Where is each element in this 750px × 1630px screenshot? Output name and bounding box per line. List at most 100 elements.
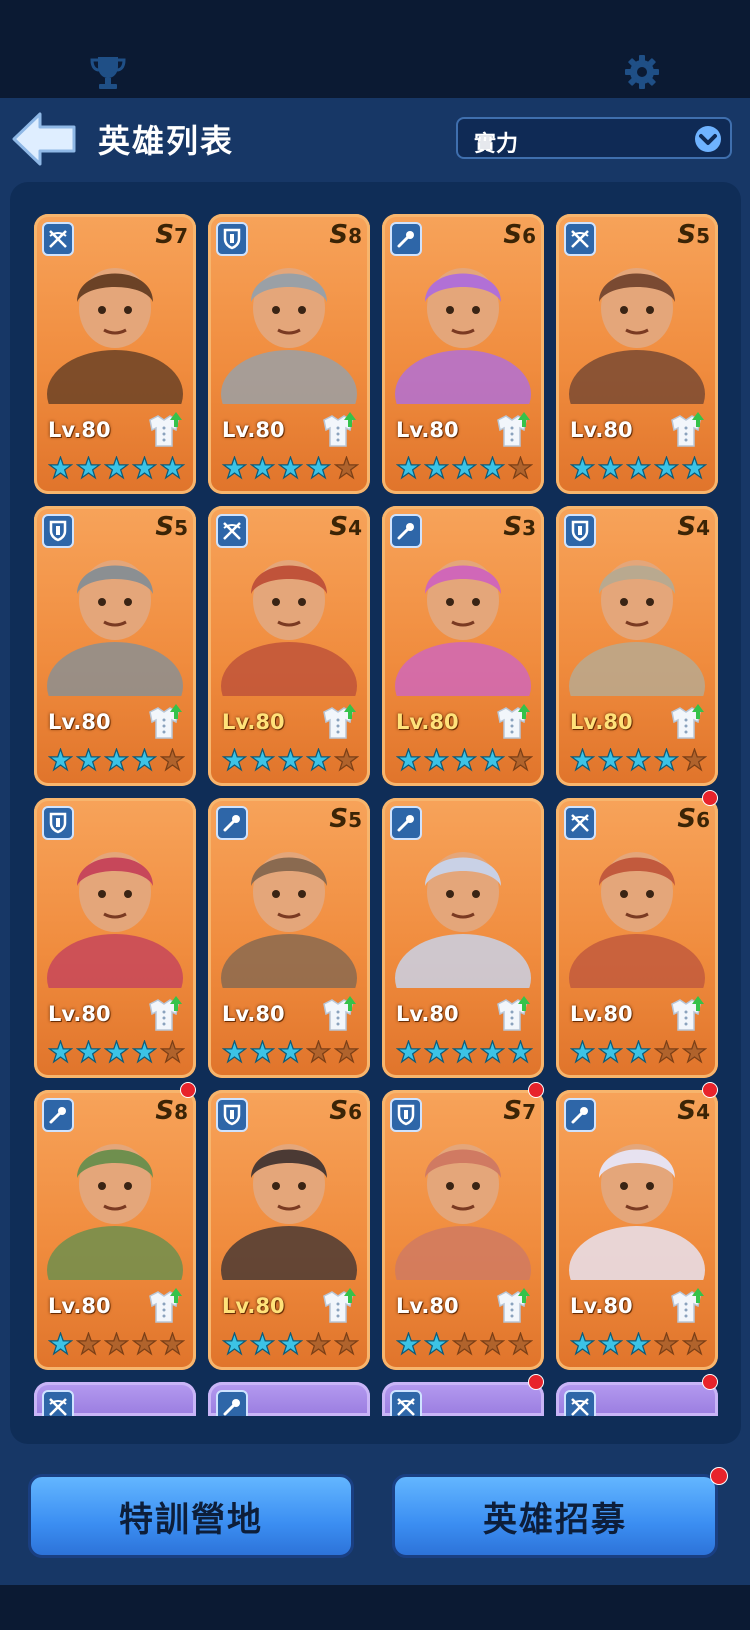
star-icon [160,456,185,481]
star-icon [160,748,185,773]
star-icon [396,1040,421,1065]
star-icon [306,1040,331,1065]
rank-value: 4 [696,1100,710,1124]
hero-card[interactable]: S6 Lv.80 [208,1090,370,1370]
star-icon [306,748,331,773]
staff-class-icon [42,1098,74,1132]
star-icon [160,1040,185,1065]
sort-dropdown[interactable]: 實力 [456,117,732,159]
star-icon [250,1332,275,1357]
star-icon [132,1040,157,1065]
star-icon [626,1332,651,1357]
star-icon [48,1332,73,1357]
star-icon [132,1332,157,1357]
page-title: 英雄列表 [98,122,235,160]
star-icon [452,1332,477,1357]
staff-class-icon [390,514,422,548]
crossbow-class-icon [216,514,248,548]
back-button[interactable] [10,110,80,168]
hero-card[interactable]: S5 Lv.80 [34,506,196,786]
star-icon [48,748,73,773]
star-icon [278,748,303,773]
star-icon [508,1332,533,1357]
star-icon [396,456,421,481]
star-icon [104,1040,129,1065]
hero-card-partial[interactable] [382,1382,544,1416]
star-icon [626,456,651,481]
star-icon [132,748,157,773]
star-icon [654,748,679,773]
hero-card[interactable]: S4 Lv.80 [208,506,370,786]
star-icon [570,1040,595,1065]
star-rating [48,456,185,481]
hero-level: Lv.80 [222,1002,285,1026]
rank-badge: S4 [677,512,710,542]
hero-card-partial[interactable] [34,1382,196,1416]
hero-recruit-button[interactable]: 英雄招募 [392,1474,718,1558]
sort-dropdown-value: 實力 [474,132,519,157]
hero-card[interactable]: S8 Lv.80 [208,214,370,494]
hero-card[interactable]: S8 Lv.80 [34,1090,196,1370]
star-icon [48,1040,73,1065]
hero-card[interactable]: S5 Lv.80 [556,214,718,494]
rank-value: 6 [348,1100,362,1124]
star-icon [452,1040,477,1065]
star-icon [480,1040,505,1065]
staff-class-icon [564,1098,596,1132]
gear-icon[interactable] [622,52,662,92]
star-icon [654,1040,679,1065]
rank-value: 7 [522,1100,536,1124]
rank-badge: S6 [677,804,710,834]
notification-dot [528,1374,544,1390]
star-icon [424,748,449,773]
star-icon [334,748,359,773]
hero-card[interactable]: S7 Lv.80 [382,1090,544,1370]
hero-card[interactable]: S6 Lv.80 [382,214,544,494]
training-camp-button[interactable]: 特訓營地 [28,1474,354,1558]
star-rating [570,748,707,773]
star-icon [654,456,679,481]
star-icon [480,748,505,773]
star-icon [598,1332,623,1357]
crossbow-class-icon [564,222,596,256]
trophy-icon[interactable] [88,52,128,92]
rank-badge: S8 [155,1096,188,1126]
hero-card[interactable]: S7 Lv.80 [34,214,196,494]
hero-level: Lv.80 [570,418,633,442]
star-icon [222,748,247,773]
hero-level: Lv.80 [396,418,459,442]
star-icon [306,456,331,481]
hero-card[interactable]: S5 Lv.80 [208,798,370,1078]
star-icon [654,1332,679,1357]
hero-card[interactable]: S4 Lv.80 [556,506,718,786]
star-icon [76,1332,101,1357]
rank-value: 8 [174,1100,188,1124]
hero-level: Lv.80 [48,418,111,442]
rank-value: 8 [348,224,362,248]
hero-card-partial[interactable] [208,1382,370,1416]
star-rating [48,1040,185,1065]
shield-class-icon [216,1098,248,1132]
rank-badge: S5 [677,220,710,250]
star-icon [508,1040,533,1065]
staff-class-icon [390,806,422,840]
notification-dot [702,790,718,806]
shield-class-icon [42,806,74,840]
hero-card[interactable]: S4 Lv.80 [556,1090,718,1370]
crossbow-class-icon [564,1390,596,1416]
staff-class-icon [216,1390,248,1416]
hero-card-partial[interactable] [556,1382,718,1416]
hero-card[interactable]: S3 Lv.80 [382,506,544,786]
hero-level: Lv.80 [396,710,459,734]
star-rating [396,456,533,481]
shield-class-icon [42,514,74,548]
hero-card[interactable]: Lv.80 [382,798,544,1078]
chevron-down-icon [695,126,721,152]
star-icon [682,1040,707,1065]
rank-badge: S5 [155,512,188,542]
hero-card[interactable]: Lv.80 [34,798,196,1078]
star-icon [570,456,595,481]
star-icon [424,1040,449,1065]
hero-card[interactable]: S6 Lv.80 [556,798,718,1078]
star-icon [334,456,359,481]
